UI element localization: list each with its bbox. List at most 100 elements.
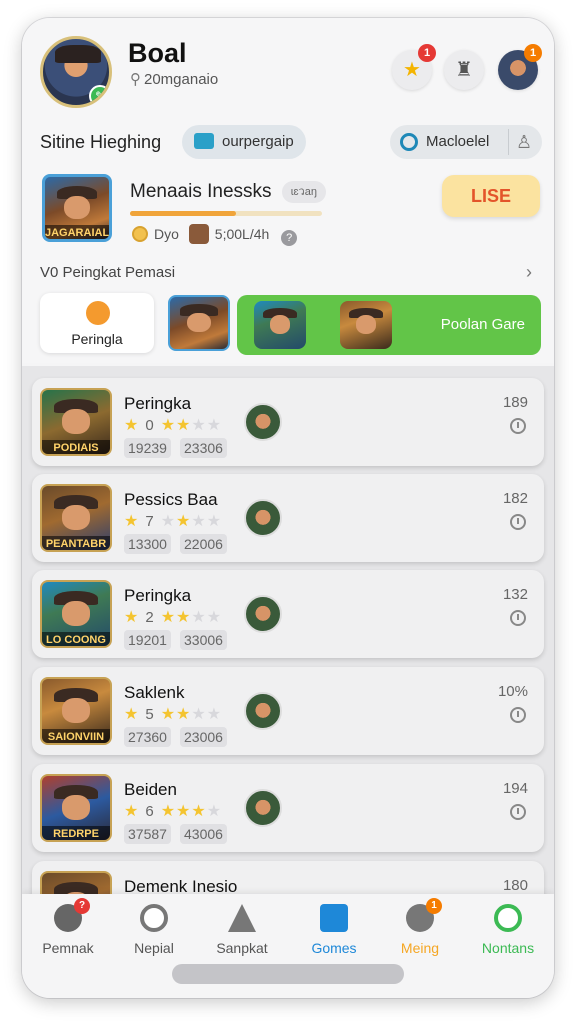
nav-label: Gomes bbox=[311, 940, 357, 956]
stat-chip: 33006 bbox=[180, 630, 227, 650]
game-art-caption: PODIAIS bbox=[42, 439, 110, 454]
game-card[interactable]: SAIONVIIN Saklenk ★ 5 ★★★★ 27360 23006 10% bbox=[32, 667, 544, 755]
rating-stars: ★ 5 ★★★★ bbox=[124, 704, 222, 724]
person-icon bbox=[494, 904, 522, 932]
art-face bbox=[64, 195, 90, 220]
ranking-game-art[interactable] bbox=[168, 295, 230, 351]
featured-art-caption: JAGARAIAL bbox=[45, 225, 110, 240]
star-icon: ★ bbox=[124, 417, 140, 434]
user-icon[interactable]: ♙ bbox=[516, 125, 532, 159]
nav-label: Sanpkat bbox=[216, 940, 268, 956]
star-icon: ★★ bbox=[160, 417, 192, 434]
tower-button[interactable]: ♜ bbox=[444, 50, 484, 90]
player-avatar[interactable] bbox=[244, 692, 282, 730]
game-title: Peringka bbox=[124, 586, 192, 605]
stat-chip: 27360 bbox=[124, 727, 171, 747]
ranking-game-art[interactable] bbox=[254, 301, 306, 349]
star-icon: ★★ bbox=[160, 609, 192, 626]
game-art: PEANTABR bbox=[40, 484, 112, 552]
ranking-game-art[interactable] bbox=[340, 301, 392, 349]
rating-stars: ★ 6 ★★★★ bbox=[124, 801, 222, 821]
stat-chip: 22006 bbox=[180, 534, 227, 554]
stat-chip: 23006 bbox=[180, 727, 227, 747]
art-face bbox=[62, 795, 90, 820]
star-icon: ★ bbox=[124, 803, 140, 820]
clock-icon bbox=[510, 610, 526, 626]
game-card[interactable]: REDRPE Beiden ★ 6 ★★★★ 37587 43006 194 bbox=[32, 764, 544, 852]
game-card[interactable]: Demenk Inesio 180 bbox=[32, 861, 544, 896]
player-avatar[interactable] bbox=[244, 789, 282, 827]
art-face bbox=[62, 409, 90, 434]
nav-item-meing[interactable]: 1 Meing bbox=[376, 898, 464, 956]
link-icon: ⚲ bbox=[130, 71, 141, 88]
art-face bbox=[269, 315, 291, 334]
player-avatar[interactable] bbox=[244, 403, 282, 441]
nav-item-nontans[interactable]: Nontans bbox=[464, 904, 552, 956]
featured-tag: ɩɛวaŋ bbox=[282, 181, 326, 203]
art-face bbox=[62, 698, 90, 723]
featured-meta-b: 5;00L/4h bbox=[214, 226, 270, 242]
nav-item-gomes[interactable]: Gomes bbox=[290, 904, 378, 956]
stat-chip: 19201 bbox=[124, 630, 171, 650]
star-count-badge: 1 bbox=[418, 44, 436, 62]
coin-icon bbox=[132, 226, 148, 242]
game-art-caption: SAIONVIIN bbox=[42, 728, 110, 743]
bell-icon: 1 bbox=[406, 898, 442, 932]
ranking-tile[interactable]: Peringla bbox=[40, 293, 154, 353]
game-list[interactable]: PODIAIS Peringka ★ 0 ★★★★ 19239 23306 189 … bbox=[22, 366, 554, 896]
star-icon: ★ bbox=[124, 706, 140, 723]
use-button[interactable]: LISE bbox=[442, 175, 540, 217]
nav-item-sanpkat[interactable]: Sanpkat bbox=[198, 904, 286, 956]
art-face bbox=[62, 601, 90, 626]
search-input[interactable]: Macloelel ♙ bbox=[390, 125, 542, 159]
rating-value: 5 bbox=[145, 706, 155, 723]
rating-value: 0 bbox=[145, 417, 155, 434]
stat-chip: 23306 bbox=[180, 438, 227, 458]
game-card[interactable]: PEANTABR Pessics Baa ★ 7 ★★★★ 13300 22006 … bbox=[32, 474, 544, 562]
game-card[interactable]: LO COONG Peringka ★ 2 ★★★★ 19201 33006 132 bbox=[32, 570, 544, 658]
nav-badge: ? bbox=[74, 898, 90, 914]
bottom-nav: ? Pemnak Nepial Sanpkat Gomes 1 Meing No… bbox=[22, 894, 554, 998]
phone-frame: ✎ Boal ⚲ 20mganaio ★ 1 ♜ 1 Sitine Hieghing… bbox=[22, 18, 554, 998]
profile-button[interactable]: 1 bbox=[498, 44, 542, 90]
star-icon: ★ bbox=[160, 513, 177, 530]
nav-badge: 1 bbox=[426, 898, 442, 914]
featured-game-art[interactable]: JAGARAIAL bbox=[42, 174, 112, 242]
category-pill[interactable]: ourpergaip bbox=[182, 125, 306, 159]
home-indicator[interactable] bbox=[172, 964, 404, 984]
search-divider bbox=[508, 129, 509, 155]
nav-label: Nepial bbox=[134, 940, 174, 956]
player-avatar[interactable] bbox=[244, 595, 282, 633]
clock-icon bbox=[510, 804, 526, 820]
chevron-right-icon[interactable]: › bbox=[526, 262, 532, 283]
rating-stars: ★ 2 ★★★★ bbox=[124, 607, 222, 627]
featured-progress-fill bbox=[130, 211, 236, 216]
help-icon[interactable]: ? bbox=[281, 230, 298, 246]
edit-icon[interactable]: ✎ bbox=[89, 85, 109, 105]
featured-progress bbox=[130, 211, 322, 216]
stat-chip: 43006 bbox=[180, 824, 227, 844]
nav-item-nepial[interactable]: Nepial bbox=[110, 904, 198, 956]
game-card[interactable]: PODIAIS Peringka ★ 0 ★★★★ 19239 23306 189 bbox=[32, 378, 544, 466]
avatar-hat bbox=[55, 45, 101, 63]
tent-icon bbox=[228, 904, 256, 932]
star-icon: ★★ bbox=[160, 706, 192, 723]
stat-chip: 19239 bbox=[124, 438, 171, 458]
user-avatar[interactable]: ✎ bbox=[40, 36, 112, 108]
game-title: Saklenk bbox=[124, 683, 185, 702]
star-button[interactable]: ★ 1 bbox=[392, 44, 436, 90]
ranking-panel-label: Poolan Gare bbox=[440, 316, 525, 333]
character-thumb-icon bbox=[188, 224, 209, 244]
star-icon: ★ bbox=[206, 803, 223, 820]
featured-meta: Dyo 5;00L/4h ? bbox=[132, 224, 298, 246]
player-avatar[interactable] bbox=[244, 499, 282, 537]
upload-icon: ? bbox=[54, 898, 90, 932]
nav-item-pemnak[interactable]: ? Pemnak bbox=[24, 898, 112, 956]
rating-value: 2 bbox=[145, 609, 155, 626]
game-art: REDRPE bbox=[40, 774, 112, 842]
star-icon: ★★ bbox=[191, 513, 223, 530]
art-face bbox=[62, 505, 90, 530]
star-icon: ★★ bbox=[191, 706, 223, 723]
clock-icon bbox=[510, 514, 526, 530]
game-title: Pessics Baa bbox=[124, 490, 218, 509]
